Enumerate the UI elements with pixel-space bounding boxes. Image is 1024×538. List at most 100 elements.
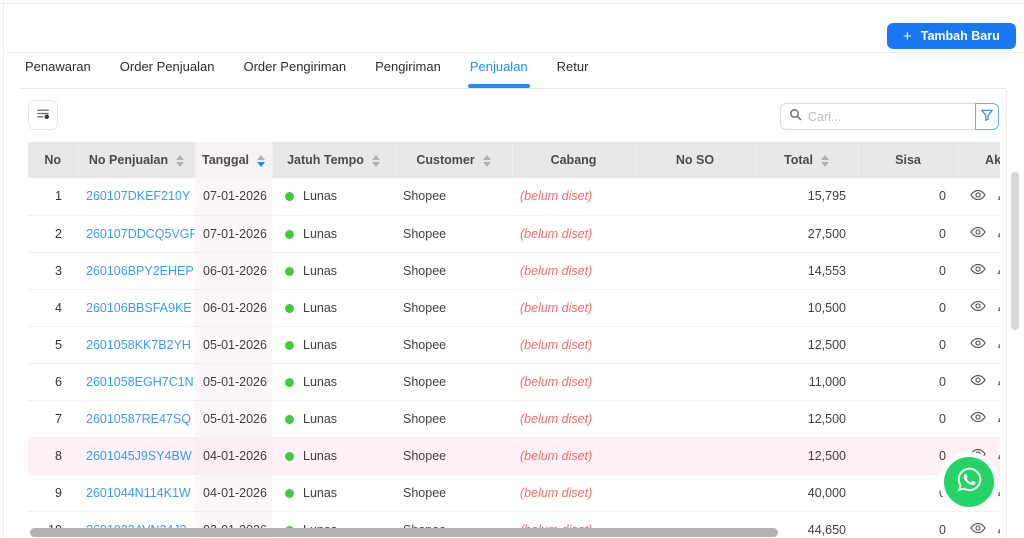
table-row: 1 260107DKEF210Y 07-01-2026 Lunas Shopee… bbox=[28, 178, 1000, 215]
pencil-icon[interactable] bbox=[997, 225, 1000, 242]
tab-order-penjualan[interactable]: Order Penjualan bbox=[120, 59, 215, 86]
header-divider bbox=[4, 52, 1024, 53]
due-status-cell: Lunas bbox=[272, 363, 395, 400]
table-row: 4 260106BBSFA9KE 06-01-2026 Lunas Shopee… bbox=[28, 289, 1000, 326]
due-status-cell: Lunas bbox=[272, 215, 395, 252]
date-cell: 06-01-2026 bbox=[195, 289, 272, 326]
branch-cell: (belum diset) bbox=[512, 215, 635, 252]
sale-number-link[interactable]: 26010587RE47SQ bbox=[86, 412, 191, 426]
eye-icon[interactable] bbox=[970, 187, 986, 206]
remaining-cell: 0 bbox=[858, 178, 958, 215]
row-number: 4 bbox=[28, 289, 78, 326]
pencil-icon[interactable] bbox=[997, 188, 1000, 205]
status-dot-icon bbox=[285, 230, 294, 239]
sale-number-cell: 2601058EGH7C1N bbox=[78, 363, 195, 400]
status-dot-icon bbox=[285, 267, 294, 276]
customer-cell: Shopee bbox=[395, 252, 512, 289]
sale-number-link[interactable]: 260106BPY2EHEP bbox=[86, 264, 194, 278]
sale-number-link[interactable]: 2601058EGH7C1N bbox=[86, 375, 194, 389]
pencil-icon[interactable] bbox=[997, 521, 1000, 538]
search-input[interactable] bbox=[808, 110, 967, 124]
date-cell: 06-01-2026 bbox=[195, 252, 272, 289]
column-header-total[interactable]: Total bbox=[755, 142, 858, 178]
total-cell: 12,500 bbox=[755, 437, 858, 474]
status-label: Lunas bbox=[303, 338, 337, 352]
column-label: Sisa bbox=[895, 153, 921, 167]
sort-icon[interactable] bbox=[821, 155, 829, 167]
branch-cell: (belum diset) bbox=[512, 363, 635, 400]
branch-cell: (belum diset) bbox=[512, 437, 635, 474]
eye-icon[interactable] bbox=[970, 261, 986, 280]
pencil-icon[interactable] bbox=[997, 262, 1000, 279]
sale-number-link[interactable]: 2601044N114K1W bbox=[86, 486, 191, 500]
sale-number-link[interactable]: 260106BBSFA9KE bbox=[86, 301, 192, 315]
column-header-sisa: Sisa bbox=[858, 142, 958, 178]
sort-icon[interactable] bbox=[257, 155, 265, 167]
tab-penawaran[interactable]: Penawaran bbox=[25, 59, 91, 86]
top-divider bbox=[0, 3, 1024, 4]
status-dot-icon bbox=[285, 192, 294, 201]
eye-icon[interactable] bbox=[970, 298, 986, 317]
eye-icon[interactable] bbox=[970, 372, 986, 391]
column-label: No Penjualan bbox=[89, 153, 168, 167]
column-header-jatuh_tempo[interactable]: Jatuh Tempo bbox=[272, 142, 395, 178]
column-header-tanggal[interactable]: Tanggal bbox=[195, 142, 272, 178]
pencil-icon[interactable] bbox=[997, 299, 1000, 316]
column-header-no_penjualan[interactable]: No Penjualan bbox=[78, 142, 195, 178]
actions-cell bbox=[958, 215, 1000, 252]
pencil-icon[interactable] bbox=[997, 484, 1000, 501]
pencil-icon[interactable] bbox=[997, 336, 1000, 353]
whatsapp-button[interactable] bbox=[944, 457, 994, 507]
sale-number-cell: 260107DDCQ5VGF bbox=[78, 215, 195, 252]
status-label: Lunas bbox=[303, 412, 337, 426]
pencil-icon[interactable] bbox=[997, 447, 1000, 464]
eye-icon[interactable] bbox=[970, 520, 986, 538]
column-label: Aksi bbox=[985, 153, 1000, 167]
eye-icon[interactable] bbox=[970, 409, 986, 428]
pencil-icon[interactable] bbox=[997, 410, 1000, 427]
horizontal-scrollbar[interactable] bbox=[30, 528, 778, 537]
sale-number-link[interactable]: 2601045J9SY4BW bbox=[86, 449, 192, 463]
vertical-scrollbar[interactable] bbox=[1011, 172, 1019, 330]
status-label: Lunas bbox=[303, 486, 337, 500]
total-cell: 11,000 bbox=[755, 363, 858, 400]
sale-number-link[interactable]: 260107DDCQ5VGF bbox=[86, 227, 195, 241]
column-settings-button[interactable] bbox=[28, 100, 58, 130]
due-status-cell: Lunas bbox=[272, 474, 395, 511]
row-number: 3 bbox=[28, 252, 78, 289]
sort-icon[interactable] bbox=[483, 155, 491, 167]
whatsapp-icon bbox=[956, 466, 983, 498]
total-cell: 40,000 bbox=[755, 474, 858, 511]
eye-icon[interactable] bbox=[970, 224, 986, 243]
tab-order-pengiriman[interactable]: Order Pengiriman bbox=[243, 59, 346, 86]
tab-retur[interactable]: Retur bbox=[557, 59, 589, 86]
column-header-customer[interactable]: Customer bbox=[395, 142, 512, 178]
sale-number-cell: 2601045J9SY4BW bbox=[78, 437, 195, 474]
status-label: Lunas bbox=[303, 227, 337, 241]
sort-icon[interactable] bbox=[372, 155, 380, 167]
filter-button[interactable] bbox=[975, 103, 999, 130]
eye-icon[interactable] bbox=[970, 335, 986, 354]
actions-cell bbox=[958, 511, 1000, 538]
actions-cell bbox=[958, 363, 1000, 400]
sale-number-cell: 260106BBSFA9KE bbox=[78, 289, 195, 326]
search-icon bbox=[789, 108, 802, 126]
column-label: Cabang bbox=[551, 153, 597, 167]
sales-table: NoNo PenjualanTanggalJatuh TempoCustomer… bbox=[28, 142, 1000, 538]
sale-number-link[interactable]: 260107DKEF210Y bbox=[86, 189, 190, 203]
due-status-cell: Lunas bbox=[272, 289, 395, 326]
search-box[interactable] bbox=[780, 103, 975, 130]
status-dot-icon bbox=[285, 378, 294, 387]
row-number: 6 bbox=[28, 363, 78, 400]
table-row: 5 2601058KK7B2YH 05-01-2026 Lunas Shopee… bbox=[28, 326, 1000, 363]
sort-icon[interactable] bbox=[176, 155, 184, 167]
date-cell: 05-01-2026 bbox=[195, 363, 272, 400]
due-status-cell: Lunas bbox=[272, 400, 395, 437]
tab-pengiriman[interactable]: Pengiriman bbox=[375, 59, 441, 86]
tab-penjualan[interactable]: Penjualan bbox=[470, 59, 528, 86]
status-dot-icon bbox=[285, 341, 294, 350]
column-label: No SO bbox=[676, 153, 714, 167]
add-new-button[interactable]: + Tambah Baru bbox=[887, 23, 1016, 49]
sale-number-link[interactable]: 2601058KK7B2YH bbox=[86, 338, 191, 352]
pencil-icon[interactable] bbox=[997, 373, 1000, 390]
